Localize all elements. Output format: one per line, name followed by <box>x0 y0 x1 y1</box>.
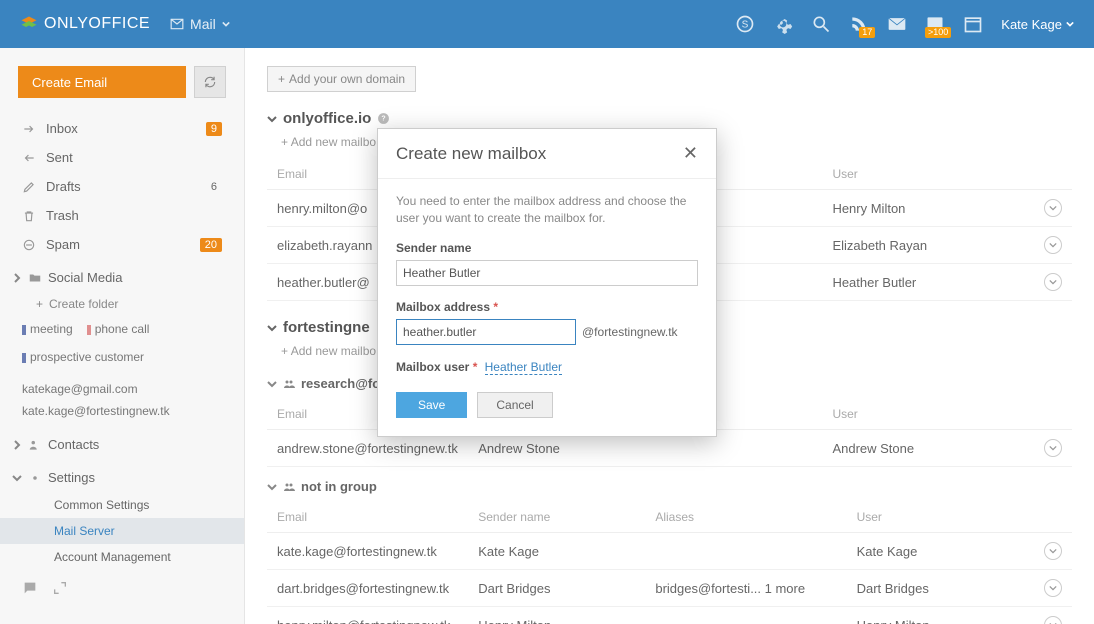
required-mark: * <box>473 360 478 374</box>
mailbox-user-label: Mailbox user * <box>396 360 477 374</box>
cancel-button[interactable]: Cancel <box>477 392 552 418</box>
mailbox-address-input[interactable] <box>396 319 576 345</box>
mailbox-address-label: Mailbox address * <box>396 300 698 314</box>
mailbox-user-select[interactable]: Heather Butler <box>485 360 562 375</box>
address-suffix: @fortestingnew.tk <box>582 325 678 339</box>
save-button[interactable]: Save <box>396 392 467 418</box>
sender-name-label: Sender name <box>396 241 698 255</box>
close-icon[interactable]: ✕ <box>683 143 698 164</box>
required-mark: * <box>493 300 498 314</box>
sender-name-input[interactable] <box>396 260 698 286</box>
modal-title: Create new mailbox <box>396 144 546 164</box>
create-mailbox-modal: Create new mailbox ✕ You need to enter t… <box>377 128 717 437</box>
modal-description: You need to enter the mailbox address an… <box>396 193 698 227</box>
modal-overlay: Create new mailbox ✕ You need to enter t… <box>0 0 1094 624</box>
